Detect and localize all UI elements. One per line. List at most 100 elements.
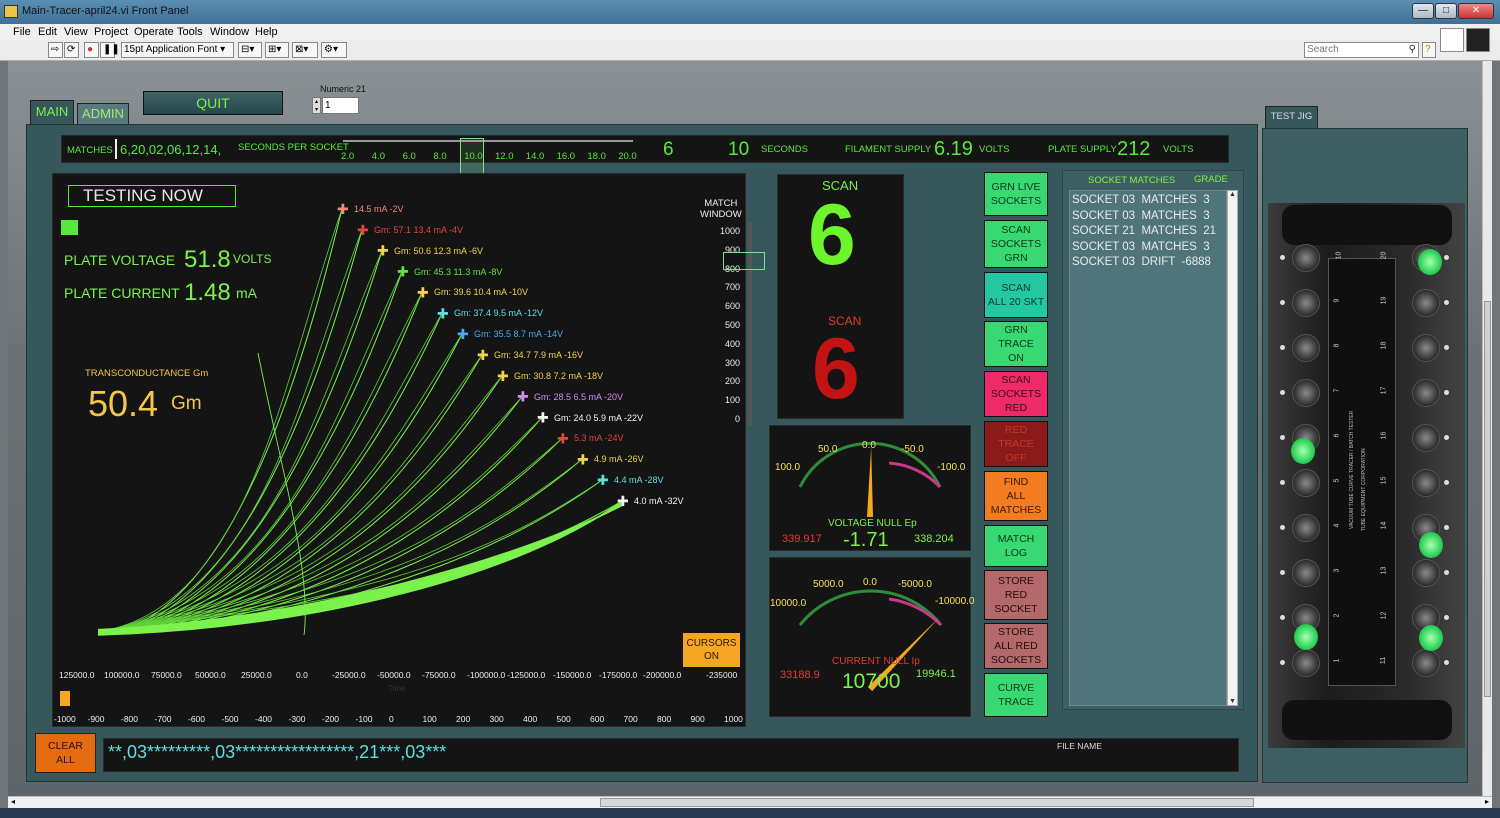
control-button-9[interactable]: STORE ALL RED SOCKETS: [984, 623, 1048, 669]
socket-led-icon: [1280, 300, 1285, 305]
tube-socket[interactable]: [1292, 379, 1320, 407]
x-axis-tick: 125000.0: [59, 670, 95, 680]
socket-matches-list[interactable]: SOCKET 03 MATCHES 3 SOCKET 03 MATCHES 3 …: [1069, 190, 1227, 706]
list-item[interactable]: SOCKET 21 MATCHES 21: [1072, 225, 1226, 241]
socket-matches-header: SOCKET MATCHES: [1088, 175, 1176, 186]
tube-socket[interactable]: [1292, 649, 1320, 677]
scan-bottom-value: 6: [812, 321, 860, 417]
match-window-tick: 1000: [719, 226, 740, 236]
control-button-5[interactable]: RED TRACE OFF: [984, 421, 1048, 467]
tab-test-jig[interactable]: TEST JIG: [1265, 106, 1318, 128]
trace-band-0: [97, 500, 623, 636]
list-item[interactable]: SOCKET 03 MATCHES 3: [1072, 210, 1226, 226]
jig-brand-title: VACUUM TUBE CURVE TRACER: [1349, 452, 1355, 530]
tube-socket[interactable]: [1292, 244, 1320, 272]
vertical-scrollbar[interactable]: [1482, 61, 1492, 796]
run-arrow-icon[interactable]: ⇨: [48, 42, 63, 58]
vertical-scroll-thumb[interactable]: [1484, 301, 1491, 697]
quit-button[interactable]: QUIT: [143, 91, 283, 115]
control-button-2[interactable]: SCAN ALL 20 SKT: [984, 272, 1048, 318]
tube-socket[interactable]: [1292, 559, 1320, 587]
match-window-slider[interactable]: [723, 252, 765, 270]
control-button-7[interactable]: MATCH LOG: [984, 525, 1048, 567]
menu-help[interactable]: Help: [255, 26, 278, 38]
match-window-tick: 100: [724, 395, 740, 406]
scroll-down-icon[interactable]: ▼: [1228, 698, 1237, 705]
scroll-left-icon[interactable]: ◂: [11, 797, 15, 806]
curve-annotation: Gm: 37.4 9.5 mA -12V: [454, 308, 544, 319]
x-cursor-handle[interactable]: [60, 691, 70, 706]
socket-number: 1: [1333, 658, 1341, 663]
voltage-null-value: -1.71: [843, 529, 889, 551]
list-item[interactable]: SOCKET 03 DRIFT -6888: [1072, 256, 1226, 272]
tube-socket[interactable]: [1412, 334, 1440, 362]
tube-socket[interactable]: [1412, 424, 1440, 452]
horizontal-scrollbar[interactable]: ◂ ▸: [8, 796, 1492, 808]
tube-socket[interactable]: [1292, 469, 1320, 497]
control-button-8[interactable]: STORE RED SOCKET: [984, 570, 1048, 620]
x-axis-tick: -200000.0: [643, 670, 682, 680]
control-button-10[interactable]: CURVE TRACE: [984, 673, 1048, 717]
reorder-icon[interactable]: ⚙▾: [321, 42, 347, 58]
resize-icon[interactable]: ⊠▾: [292, 42, 318, 58]
control-button-label: CURVE TRACE: [997, 682, 1035, 708]
numeric-input[interactable]: 1: [322, 97, 359, 114]
numeric-label: Numeric 21: [320, 84, 367, 94]
minimize-button[interactable]: —: [1412, 3, 1434, 19]
filament-value: 6.19: [934, 138, 973, 160]
pause-icon[interactable]: ❚❚: [100, 42, 120, 58]
cursor-axis-tick: -1000: [54, 714, 76, 724]
menu-tools[interactable]: Tools: [177, 26, 203, 38]
tube-socket[interactable]: [1412, 649, 1440, 677]
socket-led-icon: [1444, 390, 1449, 395]
tube-socket[interactable]: [1412, 559, 1440, 587]
font-select[interactable]: 15pt Application Font ▾: [121, 42, 234, 58]
plate-curve-return-7: [101, 354, 483, 632]
tube-socket[interactable]: [1412, 469, 1440, 497]
tab-main[interactable]: MAIN: [30, 100, 74, 124]
plate-curve-return-10: [101, 417, 543, 632]
close-button[interactable]: ✕: [1458, 3, 1494, 19]
list-scrollbar[interactable]: ▲ ▼: [1227, 190, 1238, 706]
cursor-axis-tick: 800: [657, 714, 672, 724]
menu-file[interactable]: File: [13, 26, 31, 38]
menu-view[interactable]: View: [64, 26, 88, 38]
menu-edit[interactable]: Edit: [38, 26, 57, 38]
control-button-6[interactable]: FIND ALL MATCHES: [984, 471, 1048, 521]
control-button-1[interactable]: SCAN SOCKETS GRN: [984, 220, 1048, 268]
align-icon[interactable]: ⊟▾: [238, 42, 262, 58]
tube-socket[interactable]: [1292, 289, 1320, 317]
tube-socket[interactable]: [1412, 289, 1440, 317]
control-button-3[interactable]: GRN TRACE ON: [984, 321, 1048, 367]
tube-socket[interactable]: [1292, 334, 1320, 362]
menu-operate[interactable]: Operate: [134, 26, 174, 38]
control-button-4[interactable]: SCAN SOCKETS RED: [984, 371, 1048, 417]
tube-socket[interactable]: [1412, 379, 1440, 407]
help-icon[interactable]: ?: [1422, 42, 1436, 58]
menu-window[interactable]: Window: [210, 26, 249, 38]
seconds-slider-track[interactable]: [343, 140, 633, 142]
horizontal-scroll-thumb[interactable]: [600, 798, 1254, 807]
tube-socket[interactable]: [1292, 514, 1320, 542]
grade-header: GRADE: [1194, 174, 1228, 185]
distribute-icon[interactable]: ⊞▾: [265, 42, 289, 58]
list-item[interactable]: SOCKET 03 MATCHES 3: [1072, 194, 1226, 210]
menu-project[interactable]: Project: [94, 26, 128, 38]
numeric-stepper[interactable]: ▴ ▾: [312, 97, 321, 114]
clear-all-button[interactable]: CLEAR ALL: [35, 733, 96, 773]
control-button-label: STORE RED SOCKET: [994, 575, 1038, 615]
abort-icon[interactable]: ●: [84, 42, 99, 58]
x-axis-tick: -125000.0: [507, 670, 546, 680]
scroll-up-icon[interactable]: ▲: [1228, 191, 1237, 198]
socket-number: 13: [1380, 566, 1388, 575]
control-button-0[interactable]: GRN LIVE SOCKETS: [984, 172, 1048, 216]
scroll-right-icon[interactable]: ▸: [1485, 797, 1489, 806]
filament-label: FILAMENT SUPPLY: [845, 144, 932, 155]
list-item[interactable]: SOCKET 03 MATCHES 3: [1072, 241, 1226, 257]
seconds-value: 10: [728, 139, 750, 160]
tab-admin[interactable]: ADMIN: [77, 103, 129, 124]
maximize-button[interactable]: □: [1435, 3, 1457, 19]
cursors-on-button[interactable]: CURSORS ON: [683, 633, 740, 667]
search-input[interactable]: Search ⚲: [1304, 42, 1419, 58]
run-continuous-icon[interactable]: ⟳: [64, 42, 79, 58]
